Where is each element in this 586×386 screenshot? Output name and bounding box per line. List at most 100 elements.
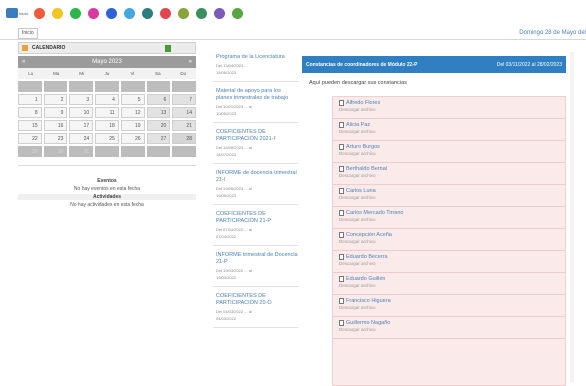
teal-icon[interactable] [142,7,154,19]
green-icon[interactable] [70,7,82,19]
calendar-day[interactable]: 25 [95,133,119,144]
calendar-day[interactable]: 4 [95,94,119,105]
news-title-link[interactable]: INFORME trimestral de Docencia 21-P [216,252,298,266]
calendar-day[interactable]: 13 [146,107,171,118]
olive-icon[interactable] [178,7,190,19]
news-title-link[interactable]: INFORME de docencia trimestral 21-I [216,170,298,184]
download-link[interactable]: Descargar archivo [339,151,565,156]
scrollbar[interactable] [570,52,574,382]
calendar-day[interactable]: 3 [69,94,94,105]
calendar-day[interactable]: 5 [120,94,145,105]
constancias-list: Alfredo Flores Descargar archivo Alicia Pa… [332,96,566,386]
calendar-day[interactable]: 21 [172,120,196,131]
constancia-name[interactable]: Eduardo Becerra [339,254,565,260]
home-label: Inicio [19,10,29,16]
calendar-day[interactable]: 29 [18,146,42,157]
constancia-entry: Francisco Higuera Descargar archivo [333,295,565,317]
calendar-day[interactable]: 16 [43,120,68,131]
news-date: 07/04/2022 [216,234,237,239]
calendar-day[interactable]: 24 [69,133,94,144]
news-item[interactable]: Material de apoyo para los planes trimes… [213,82,298,123]
constancia-name[interactable]: Alfredo Flores [339,100,565,106]
download-link[interactable]: Descargar archivo [339,261,565,266]
calendar-day [172,81,196,92]
home-icon[interactable]: Inicio [6,8,28,18]
red-icon[interactable] [160,7,172,19]
news-item[interactable]: COEFICIENTES DE PARTICIPACIÓN 20-O Del 04… [213,287,298,328]
download-link[interactable]: Descargar archivo [339,327,565,332]
calendar-day[interactable]: 19 [120,120,145,131]
download-link[interactable]: Descargar archivo [339,195,565,200]
news-title-link[interactable]: Programa de la Licenciatura [216,54,298,61]
constancia-entry: Eduardo Guillén Descargar archivo [333,273,565,295]
calendar-day[interactable]: 20 [146,120,171,131]
purple-icon[interactable] [214,7,226,19]
news-item[interactable]: COEFICIENTES DE PARTICIPACIÓN 2021-I Del … [213,123,298,164]
calendar-day[interactable]: 9 [43,107,68,118]
calendar-day[interactable]: 22 [18,133,42,144]
constancia-name[interactable]: Alicia Paz [339,122,565,128]
news-title-link[interactable]: Material de apoyo para los planes trimes… [216,88,298,102]
news-title-link[interactable]: COEFICIENTES DE PARTICIPACIÓN 2021-I [216,129,298,143]
calendar-day[interactable]: 1 [18,94,42,105]
constancia-name-label: Berthaldo Bernal [346,166,387,172]
calendar-day[interactable]: 26 [120,133,145,144]
calendar-day[interactable]: 31 [69,146,94,157]
lightblue-icon[interactable] [124,7,136,19]
news-item[interactable]: INFORME trimestral de Docencia 21-P Del 1… [213,246,298,287]
calendar-day[interactable]: 27 [146,133,171,144]
download-link[interactable]: Descargar archivo [339,173,565,178]
download-link[interactable]: Descargar archivo [339,239,565,244]
calendar-day[interactable]: 28 [172,133,196,144]
day-of-week: Do [180,71,187,76]
calendar-day[interactable]: 18 [95,120,119,131]
constancia-name[interactable]: Arturo Burgos [339,144,565,150]
calendar-icon[interactable] [165,44,171,52]
download-link[interactable]: Descargar archivo [339,129,565,134]
constancia-name[interactable]: Francisco Higuera [339,298,565,304]
calendar-day[interactable]: 11 [95,107,119,118]
calendar-day[interactable]: 15 [18,120,42,131]
constancia-name[interactable]: Berthaldo Bernal [339,166,565,172]
document-icon [339,144,344,150]
download-link[interactable]: Descargar archivo [339,283,565,288]
constancia-name[interactable]: Carlos Mercado Tirrano [339,210,565,216]
constancia-name-label: Alfredo Flores [346,100,381,106]
news-item[interactable]: COEFICIENTES DE PARTICIPACIÓN 21-P Del 07… [213,205,298,246]
orange-icon[interactable] [34,7,46,19]
calendar-day[interactable]: 23 [43,133,68,144]
calendar-day[interactable]: 17 [69,120,94,131]
tab-inicio[interactable]: Inicio [18,28,38,39]
calendar-day[interactable]: 8 [18,107,42,118]
calendar-day[interactable]: 7 [172,94,196,105]
darkgreen-icon[interactable] [196,7,208,19]
magenta-icon[interactable] [88,7,100,19]
news-title-link[interactable]: COEFICIENTES DE PARTICIPACIÓN 21-P [216,211,298,225]
constancias-period: Del 03/11/2022 al 28/02/2023 [496,61,562,68]
calendar-day [120,81,145,92]
download-link[interactable]: Descargar archivo [339,305,565,310]
day-of-week: Ma [53,71,60,76]
blue-icon[interactable] [106,7,118,19]
constancia-name-label: Guillermo Nagaño [346,320,391,326]
news-title-link[interactable]: COEFICIENTES DE PARTICIPACIÓN 20-O [216,293,298,307]
document-icon [339,320,344,326]
constancia-name[interactable]: Eduardo Guillén [339,276,565,282]
calendar-day[interactable]: 30 [43,146,68,157]
download-link[interactable]: Descargar archivo [339,107,565,112]
grass-icon[interactable] [232,7,244,19]
calendar-day[interactable]: 14 [172,107,196,118]
news-item[interactable]: Programa de la Licenciatura Del 13/04/202… [213,48,298,82]
calendar-day[interactable]: 12 [120,107,145,118]
calendar-day[interactable]: 2 [43,94,68,105]
yellow-icon[interactable] [52,7,64,19]
constancia-name[interactable]: Carlos Luna [339,188,565,194]
constancia-name-label: Carlos Mercado Tirrano [346,210,404,216]
download-link[interactable]: Descargar archivo [339,217,565,222]
constancia-name[interactable]: Guillermo Nagaño [339,320,565,326]
calendar-day[interactable]: 10 [69,107,94,118]
news-item[interactable]: INFORME de docencia trimestral 21-I Del 1… [213,164,298,205]
next-month-button[interactable]: » [189,59,192,65]
calendar-day[interactable]: 6 [146,94,171,105]
constancia-name[interactable]: Concepción Aceña [339,232,565,238]
